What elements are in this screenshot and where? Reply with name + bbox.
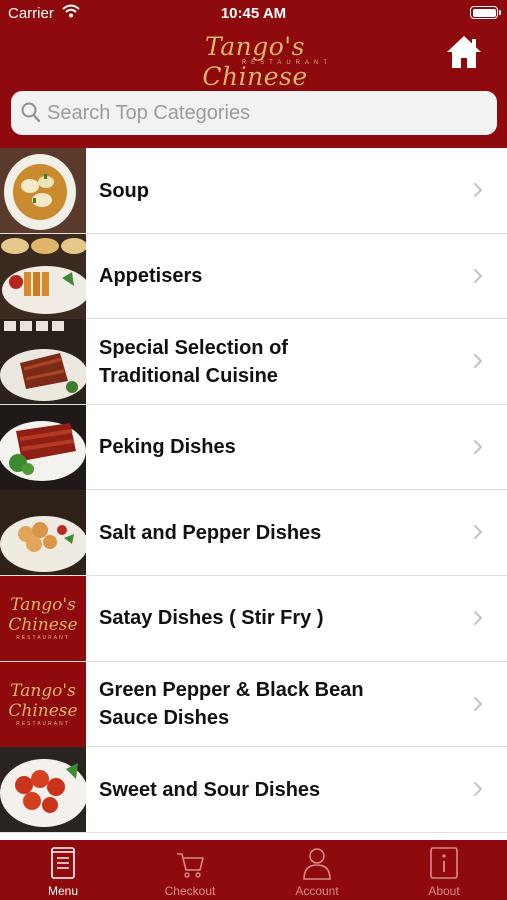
tab-menu-label: Menu xyxy=(47,884,79,898)
app-header: Carrier 10:45 AM Tango's Chinese RESTAUR… xyxy=(0,0,507,148)
search-icon xyxy=(21,102,41,123)
chevron-right-icon xyxy=(474,696,482,711)
chevron-right-icon xyxy=(474,610,482,625)
category-row[interactable]: Salt and Pepper Dishes xyxy=(0,490,507,576)
info-icon xyxy=(430,847,458,879)
category-thumbnail xyxy=(0,233,86,319)
category-label: Satay Dishes ( Stir Fry ) xyxy=(99,607,324,630)
home-icon xyxy=(447,36,481,68)
tab-account[interactable]: Account xyxy=(254,840,380,900)
category-thumbnail xyxy=(0,490,86,576)
category-label: Soup xyxy=(99,179,149,202)
category-row[interactable]: Tango's Chinese RESTAURANT Satay Dishes ( S… xyxy=(0,575,507,662)
svg-text:Chinese: Chinese xyxy=(8,701,77,721)
category-row[interactable]: Soup xyxy=(0,148,507,234)
tab-checkout-label: Checkout xyxy=(164,884,216,898)
svg-text:RESTAURANT: RESTAURANT xyxy=(16,635,70,641)
svg-text:Tango's: Tango's xyxy=(10,595,76,615)
chevron-right-icon xyxy=(474,354,482,369)
tab-bar: Menu Checkout Account About xyxy=(0,840,507,900)
category-row[interactable]: Peking Dishes xyxy=(0,404,507,491)
chevron-right-icon xyxy=(474,439,482,454)
search-input[interactable] xyxy=(47,91,487,135)
category-list: Soup Appetisers Special Selection of Tradi… xyxy=(0,148,507,840)
tab-checkout[interactable]: Checkout xyxy=(127,840,253,900)
category-label: Green Pepper & Black Bean Sauce Dishes xyxy=(99,679,364,730)
category-label: Sweet and Sour Dishes xyxy=(99,778,321,801)
category-logo-thumbnail: Tango's Chinese RESTAURANT xyxy=(0,661,86,747)
svg-text:Chinese: Chinese xyxy=(8,615,77,635)
battery-icon xyxy=(470,6,501,19)
category-row[interactable]: Tango's Chinese RESTAURANT Green Pepper & B… xyxy=(0,661,507,748)
category-logo-thumbnail: Tango's Chinese RESTAURANT xyxy=(0,575,86,661)
cart-icon xyxy=(177,853,204,878)
logo-subtitle: RESTAURANT xyxy=(241,60,332,66)
category-thumbnail xyxy=(0,747,86,833)
category-row[interactable]: Sweet and Sour Dishes xyxy=(0,747,507,833)
restaurant-logo: Tango's Chinese RESTAURANT xyxy=(150,32,360,91)
category-thumbnail xyxy=(0,404,86,490)
tab-menu[interactable]: Menu xyxy=(0,840,126,900)
tab-about[interactable]: About xyxy=(381,840,507,900)
chevron-right-icon xyxy=(474,525,482,540)
status-bar: Carrier 10:45 AM xyxy=(0,0,507,28)
tab-about-label: About xyxy=(428,884,460,898)
svg-text:Tango's: Tango's xyxy=(10,681,76,701)
category-row[interactable]: Special Selection of Traditional Cuisine xyxy=(0,319,507,405)
menu-book-icon xyxy=(51,847,75,879)
category-row[interactable]: Appetisers xyxy=(0,233,507,320)
category-thumbnail xyxy=(0,148,86,233)
svg-text:RESTAURANT: RESTAURANT xyxy=(16,721,70,727)
chevron-right-icon xyxy=(474,268,482,283)
status-time: 10:45 AM xyxy=(220,5,287,22)
search-bar[interactable] xyxy=(11,91,497,135)
category-label: Appetisers xyxy=(99,265,203,288)
home-button[interactable] xyxy=(445,34,483,70)
category-label: Special Selection of Traditional Cuisine xyxy=(99,336,288,387)
tab-account-label: Account xyxy=(295,884,339,898)
person-icon xyxy=(303,848,331,880)
category-label: Peking Dishes xyxy=(99,436,236,459)
category-thumbnail xyxy=(0,319,86,405)
chevron-right-icon xyxy=(474,782,482,797)
chevron-right-icon xyxy=(474,183,482,197)
category-label: Salt and Pepper Dishes xyxy=(99,521,322,544)
